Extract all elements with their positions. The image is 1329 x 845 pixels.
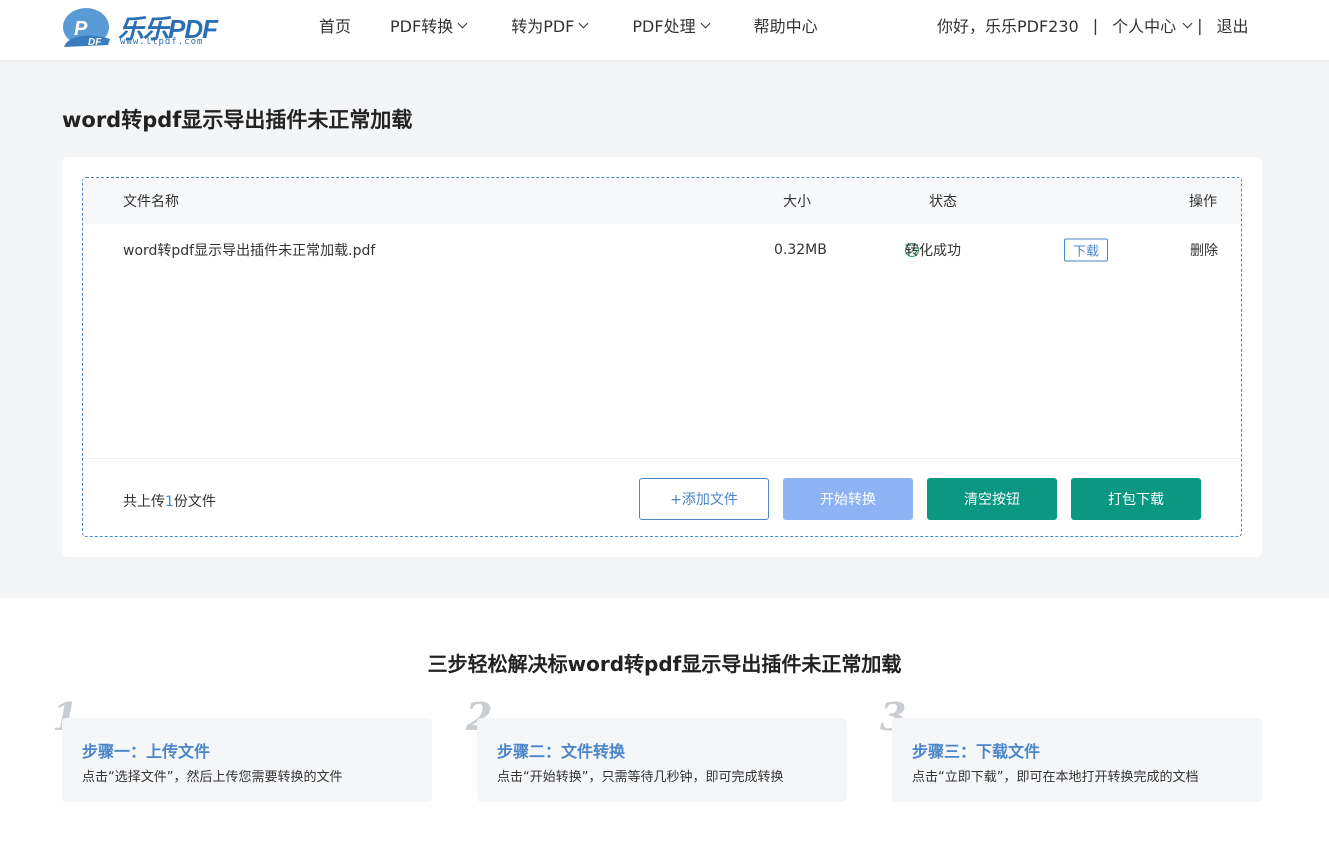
separator: | bbox=[1092, 15, 1099, 35]
download-button[interactable]: 下载 bbox=[1064, 238, 1109, 262]
divider bbox=[83, 458, 1241, 459]
separator: | bbox=[1197, 15, 1203, 35]
user-area: 你好，乐乐PDF230 | 个人中心 | 退出 bbox=[937, 0, 1249, 50]
chevron-down-icon bbox=[578, 18, 589, 28]
user-greeting: 你好，乐乐PDF230 bbox=[937, 17, 1079, 36]
step-card: 步骤三：下载文件 点击“立即下载”，即可在本地打开转换完成的文档 bbox=[892, 718, 1262, 802]
user-center-menu[interactable]: 个人中心 bbox=[1112, 13, 1193, 37]
steps-title: 三步轻松解决标word转pdf显示导出插件未正常加载 bbox=[427, 652, 902, 676]
col-filename: 文件名称 bbox=[123, 194, 179, 210]
svg-text:P: P bbox=[74, 18, 88, 40]
main-nav: 首页 PDF转换 转为PDF PDF处理 帮助中心 bbox=[300, 0, 863, 50]
chevron-down-icon bbox=[1182, 18, 1193, 28]
step-title: 步骤三：下载文件 bbox=[912, 742, 1041, 761]
nav-pdf-convert[interactable]: PDF转换 bbox=[390, 13, 468, 37]
col-size: 大小 bbox=[783, 194, 811, 210]
file-table-header: 文件名称 大小 状态 操作 bbox=[83, 178, 1241, 224]
pack-download-button[interactable]: 打包下载 bbox=[1071, 478, 1201, 520]
nav-pdf-process-label: PDF处理 bbox=[632, 17, 696, 36]
table-row: word转pdf显示导出插件未正常加载.pdf 0.32MB 转化成功 下载 删… bbox=[83, 226, 1241, 274]
nav-help-label: 帮助中心 bbox=[753, 17, 818, 36]
steps-section: 三步轻松解决标word转pdf显示导出插件未正常加载 1 步骤一：上传文件 点击… bbox=[0, 598, 1329, 845]
step-desc: 点击“开始转换”，只需等待几秒钟，即可完成转换 bbox=[497, 770, 784, 785]
top-header: P DF 乐乐PDF www.llpdf.com 首页 PDF转换 转为PDF … bbox=[0, 0, 1329, 60]
page-title: word转pdf显示导出插件未正常加载 bbox=[62, 108, 413, 132]
file-name: word转pdf显示导出插件未正常加载.pdf bbox=[123, 243, 376, 259]
file-status: 转化成功 bbox=[905, 243, 961, 259]
site-logo[interactable]: P DF 乐乐PDF www.llpdf.com bbox=[60, 5, 225, 49]
nav-pdf-process[interactable]: PDF处理 bbox=[632, 13, 711, 37]
logout-link[interactable]: 退出 bbox=[1217, 13, 1249, 37]
col-status: 状态 bbox=[929, 194, 957, 210]
converter-card: 文件名称 大小 状态 操作 word转pdf显示导出插件未正常加载.pdf 0.… bbox=[62, 157, 1262, 557]
step-card: 步骤一：上传文件 点击“选择文件”，然后上传您需要转换的文件 bbox=[62, 718, 432, 802]
upload-count: 共上传1份文件 bbox=[123, 491, 216, 511]
step-card: 步骤二：文件转换 点击“开始转换”，只需等待几秒钟，即可完成转换 bbox=[477, 718, 847, 802]
nav-to-pdf[interactable]: 转为PDF bbox=[511, 13, 589, 37]
delete-link[interactable]: 删除 bbox=[1190, 240, 1218, 260]
step-desc: 点击“选择文件”，然后上传您需要转换的文件 bbox=[82, 770, 343, 785]
nav-home[interactable]: 首页 bbox=[319, 13, 351, 37]
nav-pdf-convert-label: PDF转换 bbox=[390, 17, 454, 36]
user-center-label: 个人中心 bbox=[1112, 17, 1177, 36]
logo-url: www.llpdf.com bbox=[120, 37, 204, 47]
upload-dropzone[interactable]: 文件名称 大小 状态 操作 word转pdf显示导出插件未正常加载.pdf 0.… bbox=[82, 177, 1242, 537]
file-status-text: 转化成功 bbox=[905, 243, 961, 259]
step-title: 步骤一：上传文件 bbox=[82, 742, 211, 761]
add-file-button[interactable]: +添加文件 bbox=[639, 478, 769, 520]
clear-button[interactable]: 清空按钮 bbox=[927, 478, 1057, 520]
svg-text:DF: DF bbox=[88, 37, 102, 48]
nav-home-label: 首页 bbox=[319, 17, 352, 36]
upload-count-suffix: 份文件 bbox=[173, 494, 216, 510]
step-desc: 点击“立即下载”，即可在本地打开转换完成的文档 bbox=[912, 770, 1199, 785]
upload-count-number: 1 bbox=[165, 494, 174, 510]
logo-pdf-icon: P DF bbox=[63, 8, 110, 48]
file-size: 0.32MB bbox=[774, 242, 827, 258]
start-convert-button[interactable]: 开始转换 bbox=[783, 478, 913, 520]
col-action: 操作 bbox=[1189, 194, 1217, 210]
upload-count-prefix: 共上传 bbox=[123, 494, 165, 510]
nav-to-pdf-label: 转为PDF bbox=[511, 17, 575, 36]
chevron-down-icon bbox=[700, 18, 711, 28]
nav-help[interactable]: 帮助中心 bbox=[754, 13, 818, 37]
step-title: 步骤二：文件转换 bbox=[497, 742, 626, 761]
chevron-down-icon bbox=[457, 18, 468, 28]
